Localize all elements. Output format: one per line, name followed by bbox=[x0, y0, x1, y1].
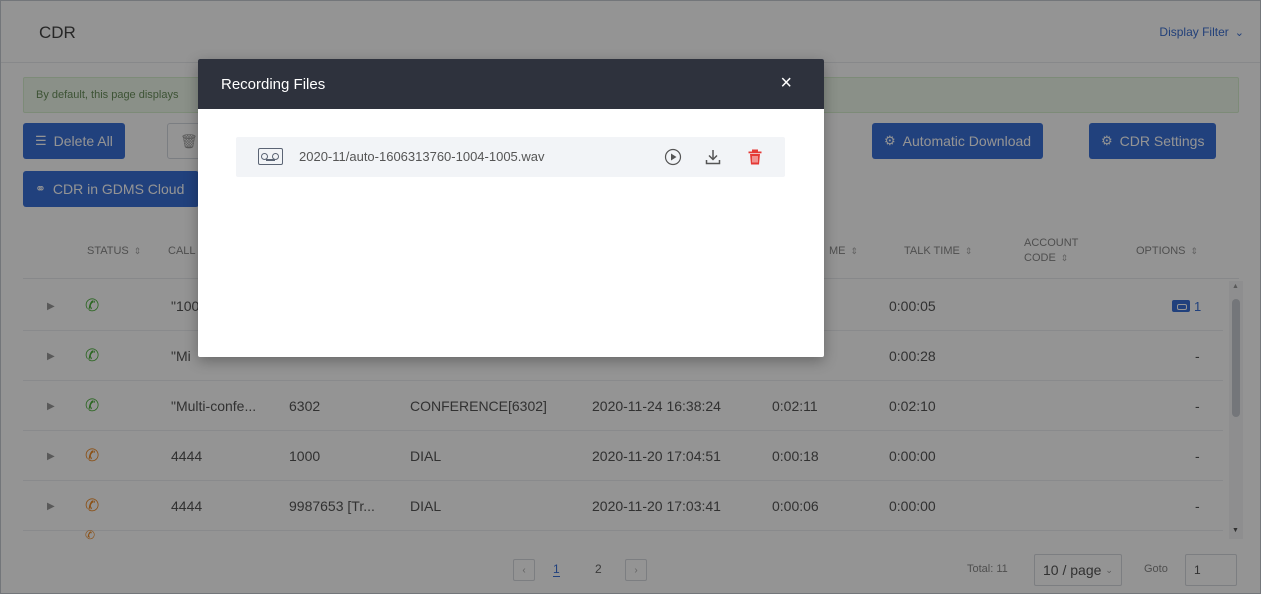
recording-file-item: 2020-11/auto-1606313760-1004-1005.wav bbox=[236, 137, 785, 177]
play-icon[interactable] bbox=[662, 146, 684, 168]
trash-icon[interactable] bbox=[744, 146, 766, 168]
tape-icon bbox=[258, 148, 283, 165]
dialog-header: Recording Files × bbox=[198, 59, 824, 109]
dialog-title: Recording Files bbox=[221, 76, 326, 93]
recording-files-dialog: Recording Files × 2020-11/auto-160631376… bbox=[198, 59, 824, 357]
recording-file-name: 2020-11/auto-1606313760-1004-1005.wav bbox=[299, 149, 545, 164]
close-icon[interactable]: × bbox=[780, 73, 792, 93]
download-icon[interactable] bbox=[702, 146, 724, 168]
